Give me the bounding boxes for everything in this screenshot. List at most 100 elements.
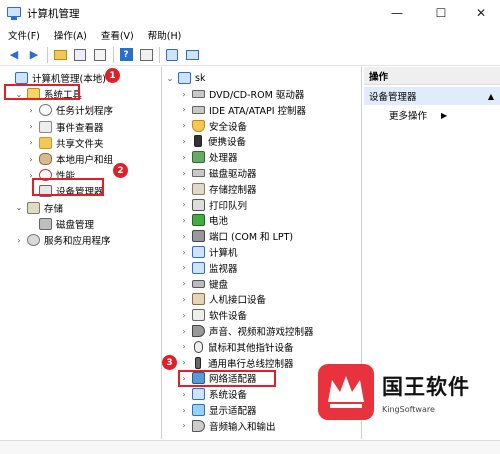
users-icon: [39, 153, 52, 165]
disk-icon: [39, 217, 52, 230]
computer-management-icon: [7, 6, 21, 20]
device-category[interactable]: › 存储控制器: [179, 181, 257, 197]
expand-arrow-icon[interactable]: ›: [26, 106, 36, 115]
device-category[interactable]: › 通用串行总线控制器: [179, 355, 294, 371]
show-hide-tree-icon[interactable]: [72, 47, 88, 63]
expand-arrow-icon[interactable]: ›: [26, 138, 36, 147]
back-icon[interactable]: ◀: [6, 47, 22, 63]
expand-arrow-icon[interactable]: ›: [14, 236, 24, 245]
menu-help[interactable]: 帮助(H): [148, 28, 182, 42]
expand-arrow-icon[interactable]: ›: [179, 200, 189, 209]
device-tree-root[interactable]: ⌄ sk: [165, 70, 205, 86]
up-folder-icon[interactable]: [52, 47, 68, 63]
collapse-icon[interactable]: ▲: [488, 92, 494, 101]
clock-icon: [39, 104, 52, 117]
minimize-button[interactable]: —: [382, 0, 412, 26]
tree-item-label: 共享文件夹: [56, 138, 104, 150]
expand-arrow-icon[interactable]: ›: [179, 90, 189, 99]
device-category[interactable]: › 便携设备: [179, 133, 246, 149]
device-category[interactable]: › 声音、视频和游戏控制器: [179, 323, 314, 339]
expand-arrow-icon[interactable]: ⌄: [14, 203, 24, 212]
expand-arrow-icon[interactable]: ›: [179, 263, 189, 272]
forward-icon[interactable]: ▶: [26, 47, 42, 63]
menu-view[interactable]: 查看(V): [101, 28, 134, 42]
device-category[interactable]: › 软件设备: [179, 307, 247, 323]
soft-icon: [192, 309, 205, 322]
more-actions[interactable]: 更多操作 ▶: [389, 107, 447, 123]
expand-arrow-icon[interactable]: ›: [179, 169, 189, 178]
device-category-label: 键盘: [209, 279, 229, 291]
tree-item[interactable]: 磁盘管理: [26, 216, 94, 232]
device-category[interactable]: › 音频输入和输出: [179, 418, 276, 434]
store-icon: [27, 201, 40, 214]
expand-arrow-icon[interactable]: ›: [179, 358, 189, 367]
device-category[interactable]: › 系统设备: [179, 386, 247, 402]
store-icon: [192, 182, 205, 195]
scan-hardware-icon[interactable]: [164, 47, 180, 63]
collapse-arrow-icon[interactable]: ⌄: [165, 74, 175, 83]
expand-arrow-icon[interactable]: ›: [179, 406, 189, 415]
expand-arrow-icon[interactable]: ›: [179, 105, 189, 114]
close-button[interactable]: ✕: [466, 0, 496, 26]
actions-device-manager[interactable]: 设备管理器 ▲: [364, 87, 500, 105]
expand-arrow-icon[interactable]: ›: [179, 421, 189, 430]
watermark-subtitle: KingSoftware: [382, 404, 435, 414]
gear-icon: [27, 234, 40, 246]
device-category-label: 磁盘驱动器: [209, 169, 257, 180]
tree-item[interactable]: › 任务计划程序: [26, 102, 113, 118]
expand-arrow-icon[interactable]: ›: [179, 216, 189, 225]
expand-arrow-icon[interactable]: ›: [179, 295, 189, 304]
expand-arrow-icon[interactable]: ›: [26, 155, 36, 164]
window-title: 计算机管理: [27, 7, 80, 20]
device-category[interactable]: › 端口 (COM 和 LPT): [179, 228, 293, 244]
print-icon: [192, 198, 205, 211]
device-category[interactable]: › 显示适配器: [179, 402, 257, 418]
expand-arrow-icon[interactable]: ›: [179, 279, 189, 288]
disp-icon: [192, 404, 205, 416]
menu-file[interactable]: 文件(F): [8, 28, 40, 42]
device-category[interactable]: › IDE ATA/ATAPI 控制器: [179, 102, 306, 118]
help-icon[interactable]: ?: [118, 47, 134, 63]
device-category-label: 打印队列: [209, 200, 248, 212]
expand-arrow-icon[interactable]: ›: [179, 342, 189, 351]
expand-arrow-icon[interactable]: ›: [179, 232, 189, 241]
port-icon: [192, 230, 205, 243]
menu-action[interactable]: 操作(A): [54, 28, 87, 42]
expand-arrow-icon[interactable]: ›: [179, 137, 189, 146]
tree-item[interactable]: › 本地用户和组: [26, 151, 113, 167]
monitor-icon[interactable]: [184, 47, 200, 63]
tree-item[interactable]: › 服务和应用程序: [14, 232, 111, 248]
device-category[interactable]: › 安全设备: [179, 118, 247, 134]
device-category-label: 端口 (COM 和 LPT): [209, 232, 294, 244]
device-category[interactable]: › 磁盘驱动器: [179, 165, 257, 181]
maximize-button[interactable]: ☐: [426, 0, 456, 26]
expand-arrow-icon[interactable]: ›: [179, 248, 189, 257]
device-category[interactable]: › 人机接口设备: [179, 291, 266, 307]
tree-item[interactable]: › 事件查看器: [26, 119, 104, 135]
device-category[interactable]: › 处理器: [179, 149, 238, 165]
expand-arrow-icon[interactable]: ›: [179, 327, 189, 336]
device-category-label: 显示适配器: [209, 406, 257, 417]
device-category[interactable]: › 监视器: [179, 260, 238, 276]
step-badge-1: 1: [105, 68, 120, 83]
properties-icon[interactable]: [92, 47, 108, 63]
chip-icon: [192, 151, 205, 164]
device-category[interactable]: › DVD/CD-ROM 驱动器: [179, 86, 304, 102]
view-icon[interactable]: [138, 47, 154, 63]
device-category[interactable]: › 鼠标和其他指针设备: [179, 339, 294, 355]
audio-icon: [192, 419, 205, 432]
expand-arrow-icon[interactable]: ›: [179, 390, 189, 399]
expand-arrow-icon[interactable]: ›: [26, 122, 36, 131]
device-category[interactable]: › 电池: [179, 212, 228, 228]
expand-arrow-icon[interactable]: ›: [179, 311, 189, 320]
tree-item[interactable]: › 共享文件夹: [26, 135, 104, 151]
device-category[interactable]: › 打印队列: [179, 197, 247, 213]
expand-arrow-icon[interactable]: ›: [179, 121, 189, 130]
device-category[interactable]: › 键盘: [179, 276, 228, 292]
expand-arrow-icon[interactable]: ›: [179, 184, 189, 193]
expand-arrow-icon[interactable]: ›: [179, 153, 189, 162]
device-category-label: 鼠标和其他指针设备: [208, 342, 294, 354]
tree-item[interactable]: ⌄ 存储: [14, 200, 63, 216]
device-category[interactable]: › 计算机: [179, 244, 238, 260]
device-category-label: 系统设备: [209, 390, 248, 402]
